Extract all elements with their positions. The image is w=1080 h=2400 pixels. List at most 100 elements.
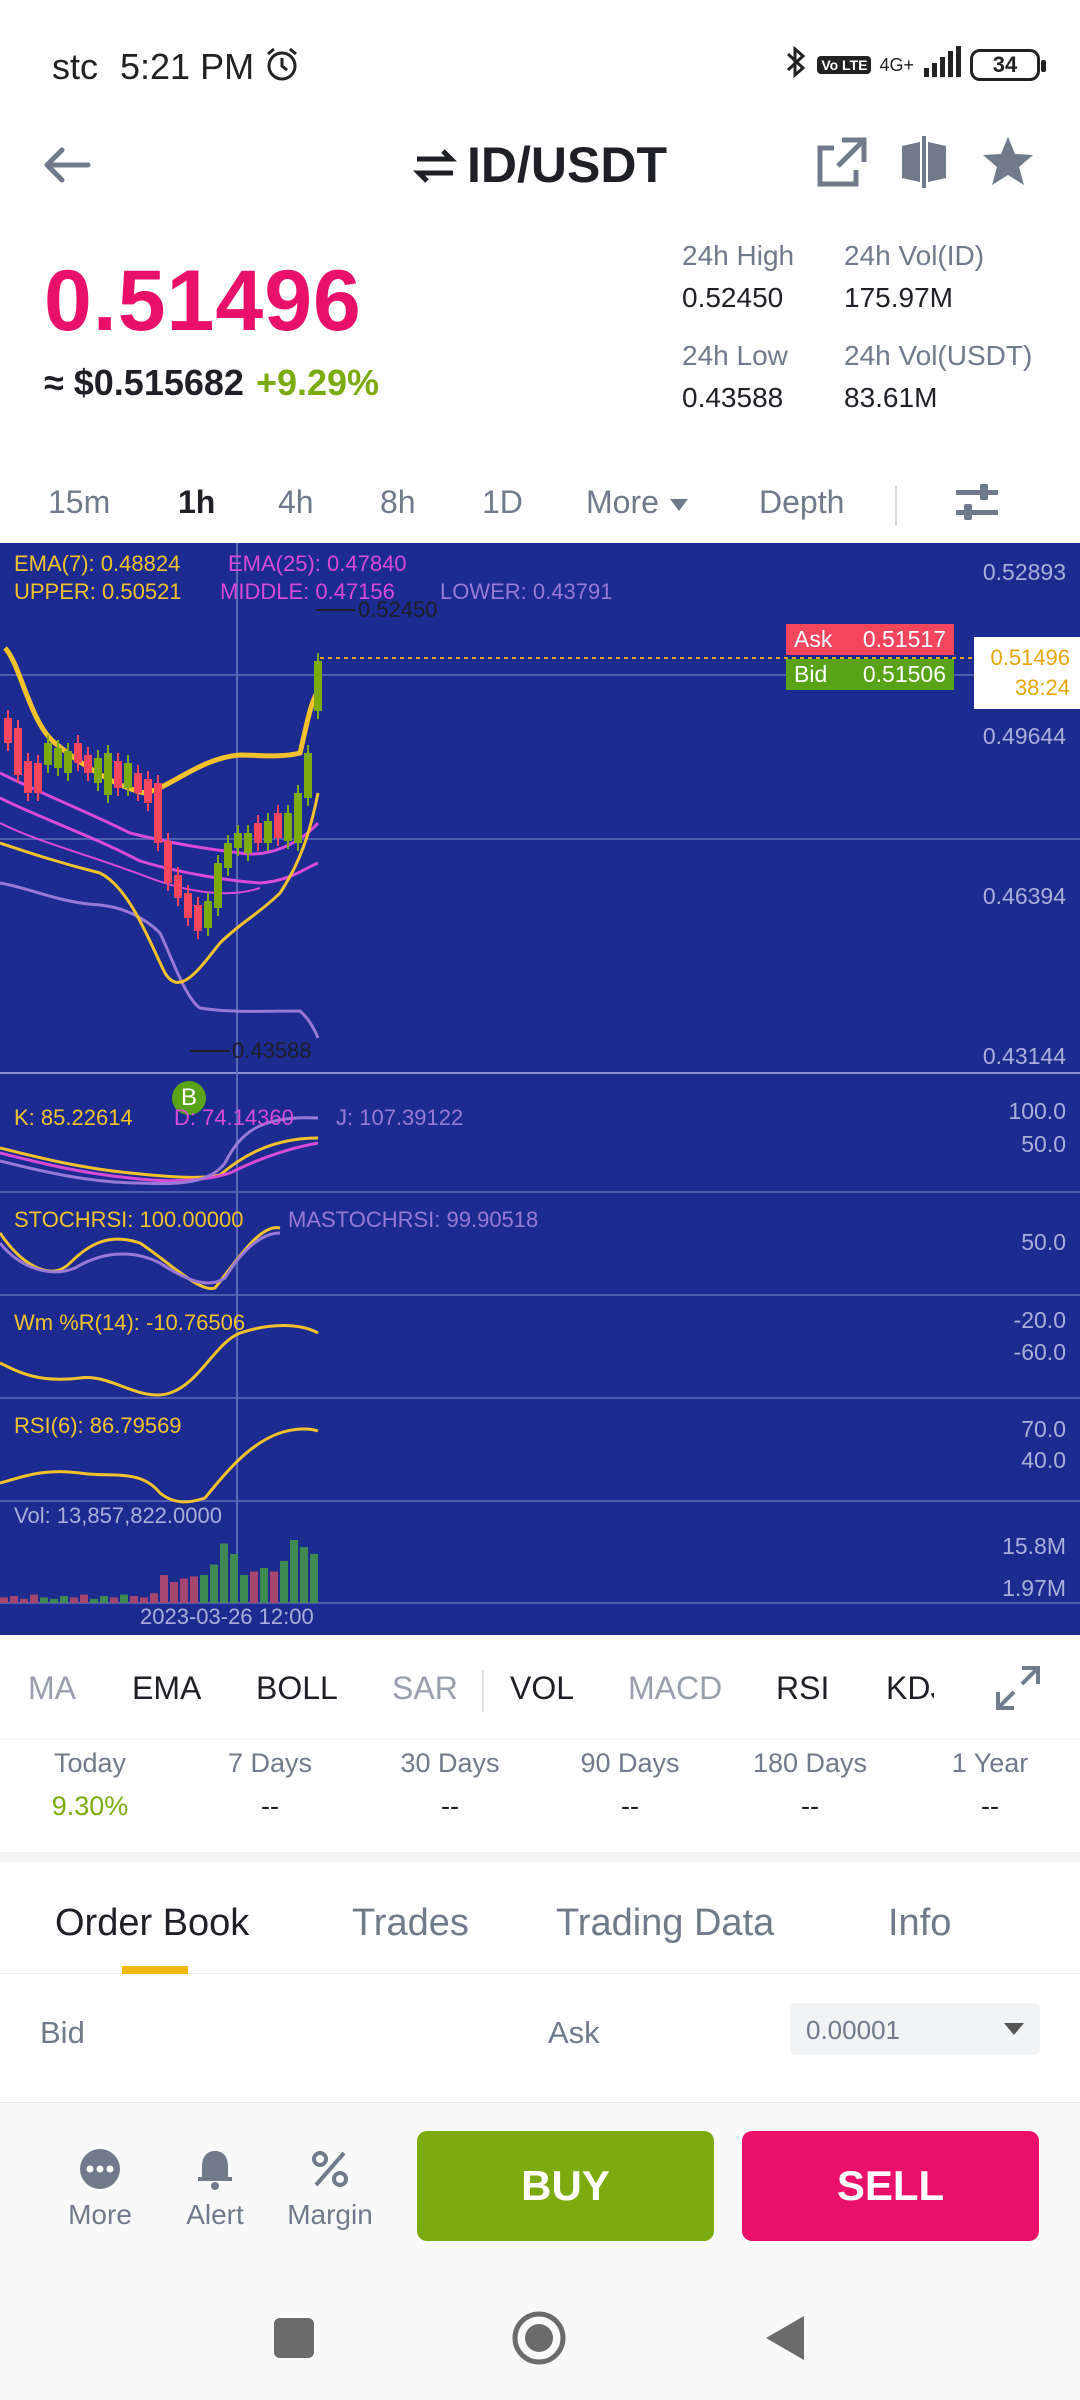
tab-order-book[interactable]: Order Book: [55, 1902, 249, 1945]
precision-select[interactable]: 0.00001: [790, 2003, 1040, 2055]
tab-trading-data[interactable]: Trading Data: [556, 1902, 774, 1945]
candle: [54, 748, 62, 768]
candle: [174, 875, 182, 898]
stochrsi-axis-label: 50.0: [1021, 1229, 1066, 1255]
recent-apps-icon[interactable]: [266, 2310, 322, 2366]
status-bar: stc 5:21 PM Vo LTE 4G+ 34: [0, 0, 1080, 130]
chart-canvas: [0, 543, 1080, 1604]
stat-label: 24h Vol(USDT): [844, 340, 1033, 371]
stat-24h-vol-id: 24h Vol(ID) 175.97M: [844, 240, 984, 314]
perf-value: 9.30%: [51, 1791, 129, 1821]
bluetooth-icon: [783, 44, 809, 85]
tab-1h[interactable]: 1h: [178, 484, 215, 521]
more-label: More: [68, 2199, 132, 2230]
trading-view-icon[interactable]: [894, 132, 954, 192]
indicator-rsi[interactable]: RSI: [776, 1670, 829, 1707]
volume-bar: [250, 1571, 258, 1603]
stochrsi-label: STOCHRSI: 100.00000: [14, 1207, 244, 1232]
percent-icon: [312, 2151, 348, 2187]
volume-bar: [170, 1582, 178, 1603]
volume-bar: [40, 1597, 48, 1603]
volume-bar: [10, 1596, 18, 1603]
candle: [294, 793, 302, 843]
indicator-macd[interactable]: MACD: [628, 1670, 722, 1707]
volume-bar: [0, 1597, 8, 1603]
volume-bar: [140, 1597, 148, 1603]
candle: [184, 893, 192, 918]
indicator-boll[interactable]: BOLL: [256, 1670, 338, 1707]
volume-bar: [210, 1564, 218, 1603]
tab-1d[interactable]: 1D: [482, 484, 523, 521]
tab-more[interactable]: More: [586, 484, 690, 521]
tab-trades[interactable]: Trades: [352, 1902, 469, 1945]
volume-axis-label: 15.8M: [1002, 1533, 1066, 1559]
ask-column-label: Ask: [548, 2015, 600, 2050]
more-button[interactable]: More: [50, 2147, 150, 2231]
indicator-divider: [482, 1670, 484, 1712]
alert-button[interactable]: Alert: [165, 2147, 265, 2231]
indicator-vol[interactable]: VOL: [510, 1670, 574, 1707]
chevron-down-icon: [1004, 2023, 1024, 2035]
chart-settings-icon[interactable]: [952, 478, 1002, 533]
indicator-kdj[interactable]: KDJ: [886, 1670, 934, 1707]
volume-bar: [110, 1597, 118, 1603]
volume-bar: [80, 1594, 88, 1603]
indicator-sar[interactable]: SAR: [392, 1670, 458, 1707]
tab-info[interactable]: Info: [888, 1902, 951, 1945]
candle: [74, 743, 82, 763]
margin-button[interactable]: Margin: [280, 2147, 380, 2231]
perf-label: 180 Days: [752, 1748, 868, 1778]
precision-value: 0.00001: [806, 2015, 900, 2045]
candle: [214, 863, 222, 908]
candle-countdown: 38:24: [1014, 675, 1070, 700]
tab-4h[interactable]: 4h: [278, 484, 314, 521]
candle: [14, 728, 22, 775]
perf-value: --: [801, 1791, 819, 1821]
volume-bar: [20, 1598, 28, 1603]
candle: [264, 821, 272, 843]
price-chart[interactable]: EMA(7): 0.48824 EMA(25): 0.47840 UPPER: …: [0, 543, 1080, 1635]
mastochrsi-label: MASTOCHRSI: 99.90518: [288, 1207, 539, 1232]
buy-button[interactable]: BUY: [417, 2131, 714, 2241]
section-divider: [0, 1852, 1080, 1862]
tab-depth[interactable]: Depth: [759, 484, 844, 521]
alert-label: Alert: [186, 2199, 244, 2230]
tab-8h[interactable]: 8h: [380, 484, 416, 521]
perf-90-days: 90 Days --: [540, 1748, 720, 1822]
perf-label: Today: [53, 1748, 127, 1778]
volte-badge: Vo LTE: [817, 55, 872, 74]
rsi-label: RSI(6): 86.79569: [14, 1413, 182, 1438]
share-icon[interactable]: [812, 132, 872, 192]
home-icon[interactable]: [511, 2310, 567, 2366]
volume-bar: [90, 1598, 98, 1603]
candle: [254, 823, 262, 843]
volume-bar: [70, 1597, 78, 1603]
fullscreen-expand-icon[interactable]: [992, 1662, 1044, 1714]
crosshair-date-label: 2023-03-26 12:00: [140, 1604, 314, 1629]
volume-bar: [150, 1593, 158, 1603]
indicator-ema[interactable]: EMA: [132, 1670, 201, 1707]
stat-label: 24h Vol(ID): [844, 240, 985, 271]
candle: [94, 758, 102, 783]
tab-15m[interactable]: 15m: [48, 484, 110, 521]
y-axis-label: 0.49644: [982, 723, 1066, 749]
sell-button[interactable]: SELL: [742, 2131, 1039, 2241]
battery-indicator: 34: [970, 48, 1046, 81]
bid-value: 0.51506: [862, 661, 946, 687]
volume-bar: [240, 1575, 248, 1603]
y-axis-label: 0.43144: [982, 1043, 1066, 1069]
perf-1-year: 1 Year --: [900, 1748, 1080, 1822]
y-axis-label: 0.52893: [982, 559, 1066, 585]
candle: [304, 753, 312, 798]
more-dots-icon: [80, 2149, 120, 2189]
ask-price-tag: Ask 0.51517: [786, 624, 954, 655]
candle: [134, 773, 142, 793]
stat-value: 175.97M: [844, 282, 953, 313]
volume-label: Vol: 13,857,822.0000: [14, 1503, 222, 1528]
favorite-star-icon[interactable]: [978, 132, 1038, 192]
indicator-ma[interactable]: MA: [28, 1670, 76, 1707]
ema25-label: EMA(25): 0.47840: [228, 551, 407, 576]
last-price: 0.51496: [44, 253, 362, 349]
back-nav-icon[interactable]: [758, 2310, 814, 2366]
perf-value: --: [621, 1791, 639, 1821]
